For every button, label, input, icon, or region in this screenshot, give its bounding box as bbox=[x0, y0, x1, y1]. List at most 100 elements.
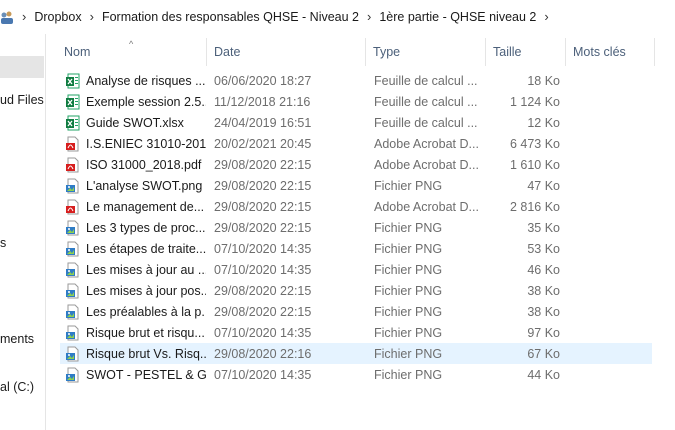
file-type: Fichier PNG bbox=[374, 241, 443, 256]
file-name: Le management de... bbox=[86, 199, 205, 214]
png-icon bbox=[65, 346, 81, 362]
file-row[interactable]: Exemple session 2.5... 11/12/2018 21:16 Fe… bbox=[60, 91, 652, 112]
column-size[interactable]: Taille bbox=[486, 38, 566, 66]
file-name: L'analyse SWOT.png bbox=[86, 178, 203, 193]
file-name: Les étapes de traite... bbox=[86, 241, 206, 256]
nav-item-documents[interactable]: ments bbox=[0, 332, 34, 346]
breadcrumb-item[interactable]: 1ère partie - QHSE niveau 2 bbox=[379, 10, 536, 24]
breadcrumb: › Dropbox › Formation des responsables Q… bbox=[14, 9, 557, 24]
file-type: Adobe Acrobat D... bbox=[374, 136, 478, 151]
file-name: Les 3 types de proc... bbox=[86, 220, 206, 235]
excel-icon bbox=[65, 73, 81, 89]
file-row[interactable]: Analyse de risques ... 06/06/2020 18:27 Fe… bbox=[60, 70, 652, 91]
column-size-label: Taille bbox=[493, 45, 522, 59]
file-size: 38 Ko bbox=[527, 283, 560, 298]
chevron-right-icon[interactable]: › bbox=[367, 9, 371, 24]
file-date: 29/08/2020 22:16 bbox=[214, 346, 312, 361]
pdf-icon bbox=[65, 199, 81, 215]
file-type: Feuille de calcul ... bbox=[374, 115, 478, 130]
file-name: ISO 31000_2018.pdf bbox=[86, 157, 202, 172]
file-size: 46 Ko bbox=[527, 262, 560, 277]
png-icon bbox=[65, 367, 81, 383]
file-size: 6 473 Ko bbox=[509, 136, 560, 151]
file-row[interactable]: L'analyse SWOT.png 29/08/2020 22:15 Fichie… bbox=[60, 175, 652, 196]
file-name: Analyse de risques ... bbox=[86, 73, 206, 88]
file-row[interactable]: Les étapes de traite... 07/10/2020 14:35 F… bbox=[60, 238, 652, 259]
file-row[interactable]: Risque brut Vs. Risq... 29/08/2020 22:16 F… bbox=[60, 343, 652, 364]
column-type[interactable]: Type bbox=[366, 38, 486, 66]
file-row[interactable]: Les mises à jour pos... 29/08/2020 22:15 F… bbox=[60, 280, 652, 301]
file-date: 24/04/2019 16:51 bbox=[214, 115, 312, 130]
file-name: Les préalables à la p... bbox=[86, 304, 206, 319]
file-name: Les mises à jour au ... bbox=[86, 262, 206, 277]
file-type: Feuille de calcul ... bbox=[374, 73, 478, 88]
column-tags-label: Mots clés bbox=[573, 45, 626, 59]
file-date: 20/02/2021 20:45 bbox=[214, 136, 312, 151]
column-name[interactable]: ^ Nom bbox=[57, 38, 207, 66]
breadcrumb-item[interactable]: Dropbox bbox=[34, 10, 81, 24]
file-row[interactable]: Le management de... 29/08/2020 22:15 Adobe… bbox=[60, 196, 652, 217]
breadcrumb-item[interactable]: Formation des responsables QHSE - Niveau… bbox=[102, 10, 359, 24]
png-icon bbox=[65, 220, 81, 236]
chevron-right-icon[interactable]: › bbox=[90, 9, 94, 24]
file-row[interactable]: Risque brut et risqu... 07/10/2020 14:35 F… bbox=[60, 322, 652, 343]
file-size: 1 610 Ko bbox=[509, 157, 560, 172]
nav-item-local-disk[interactable]: al (C:) bbox=[0, 380, 34, 394]
users-folder-icon bbox=[0, 10, 14, 24]
file-type: Fichier PNG bbox=[374, 283, 443, 298]
file-date: 06/06/2020 18:27 bbox=[214, 73, 312, 88]
file-date: 11/12/2018 21:16 bbox=[214, 94, 311, 109]
file-size: 38 Ko bbox=[527, 304, 560, 319]
file-size: 44 Ko bbox=[527, 367, 560, 382]
file-row[interactable]: ISO 31000_2018.pdf 29/08/2020 22:15 Adobe … bbox=[60, 154, 652, 175]
file-name: SWOT - PESTEL & G... bbox=[86, 367, 206, 382]
file-size: 18 Ko bbox=[527, 73, 560, 88]
file-date: 07/10/2020 14:35 bbox=[214, 262, 312, 277]
column-date[interactable]: Date bbox=[207, 38, 366, 66]
file-row[interactable]: SWOT - PESTEL & G... 07/10/2020 14:35 Fich… bbox=[60, 364, 652, 385]
png-icon bbox=[65, 304, 81, 320]
nav-item[interactable]: s bbox=[0, 236, 6, 250]
column-type-label: Type bbox=[373, 45, 401, 59]
excel-icon bbox=[65, 94, 81, 110]
file-type: Fichier PNG bbox=[374, 346, 443, 361]
chevron-right-icon[interactable]: › bbox=[544, 9, 548, 24]
file-size: 35 Ko bbox=[527, 220, 560, 235]
file-size: 12 Ko bbox=[527, 115, 560, 130]
file-row[interactable]: Guide SWOT.xlsx 24/04/2019 16:51 Feuille d… bbox=[60, 112, 652, 133]
navigation-pane[interactable]: ud Files s ments al (C:) bbox=[0, 34, 46, 430]
file-type: Fichier PNG bbox=[374, 262, 443, 277]
file-type: Fichier PNG bbox=[374, 325, 443, 340]
file-size: 47 Ko bbox=[527, 178, 560, 193]
file-size: 1 124 Ko bbox=[509, 94, 560, 109]
excel-icon bbox=[65, 115, 81, 131]
column-header: ^ Nom Date Type Taille Mots clés bbox=[57, 38, 655, 66]
file-date: 29/08/2020 22:15 bbox=[214, 283, 312, 298]
file-name: I.S.ENIEC 31010-201... bbox=[86, 136, 206, 151]
png-icon bbox=[65, 283, 81, 299]
pdf-icon bbox=[65, 157, 81, 173]
chevron-right-icon[interactable]: › bbox=[22, 9, 26, 24]
column-tags[interactable]: Mots clés bbox=[566, 38, 655, 66]
file-type: Fichier PNG bbox=[374, 220, 443, 235]
png-icon bbox=[65, 241, 81, 257]
file-type: Fichier PNG bbox=[374, 367, 443, 382]
file-name: Guide SWOT.xlsx bbox=[86, 115, 184, 130]
file-date: 29/08/2020 22:15 bbox=[214, 178, 312, 193]
file-row[interactable]: Les mises à jour au ... 07/10/2020 14:35 F… bbox=[60, 259, 652, 280]
address-bar[interactable]: › Dropbox › Formation des responsables Q… bbox=[0, 0, 675, 34]
png-icon bbox=[65, 325, 81, 341]
file-date: 29/08/2020 22:15 bbox=[214, 199, 312, 214]
file-row[interactable]: I.S.ENIEC 31010-201... 20/02/2021 20:45 Ad… bbox=[60, 133, 652, 154]
file-date: 07/10/2020 14:35 bbox=[214, 241, 312, 256]
nav-item-cloud-files[interactable]: ud Files bbox=[0, 93, 44, 107]
file-name: Les mises à jour pos... bbox=[86, 283, 206, 298]
file-row[interactable]: Les 3 types de proc... 29/08/2020 22:15 Fi… bbox=[60, 217, 652, 238]
file-type: Fichier PNG bbox=[374, 178, 443, 193]
nav-item-selected[interactable] bbox=[0, 56, 44, 78]
file-size: 97 Ko bbox=[527, 325, 560, 340]
file-date: 07/10/2020 14:35 bbox=[214, 367, 312, 382]
file-row[interactable]: Les préalables à la p... 29/08/2020 22:15… bbox=[60, 301, 652, 322]
file-size: 53 Ko bbox=[527, 241, 560, 256]
file-type: Feuille de calcul ... bbox=[374, 94, 478, 109]
